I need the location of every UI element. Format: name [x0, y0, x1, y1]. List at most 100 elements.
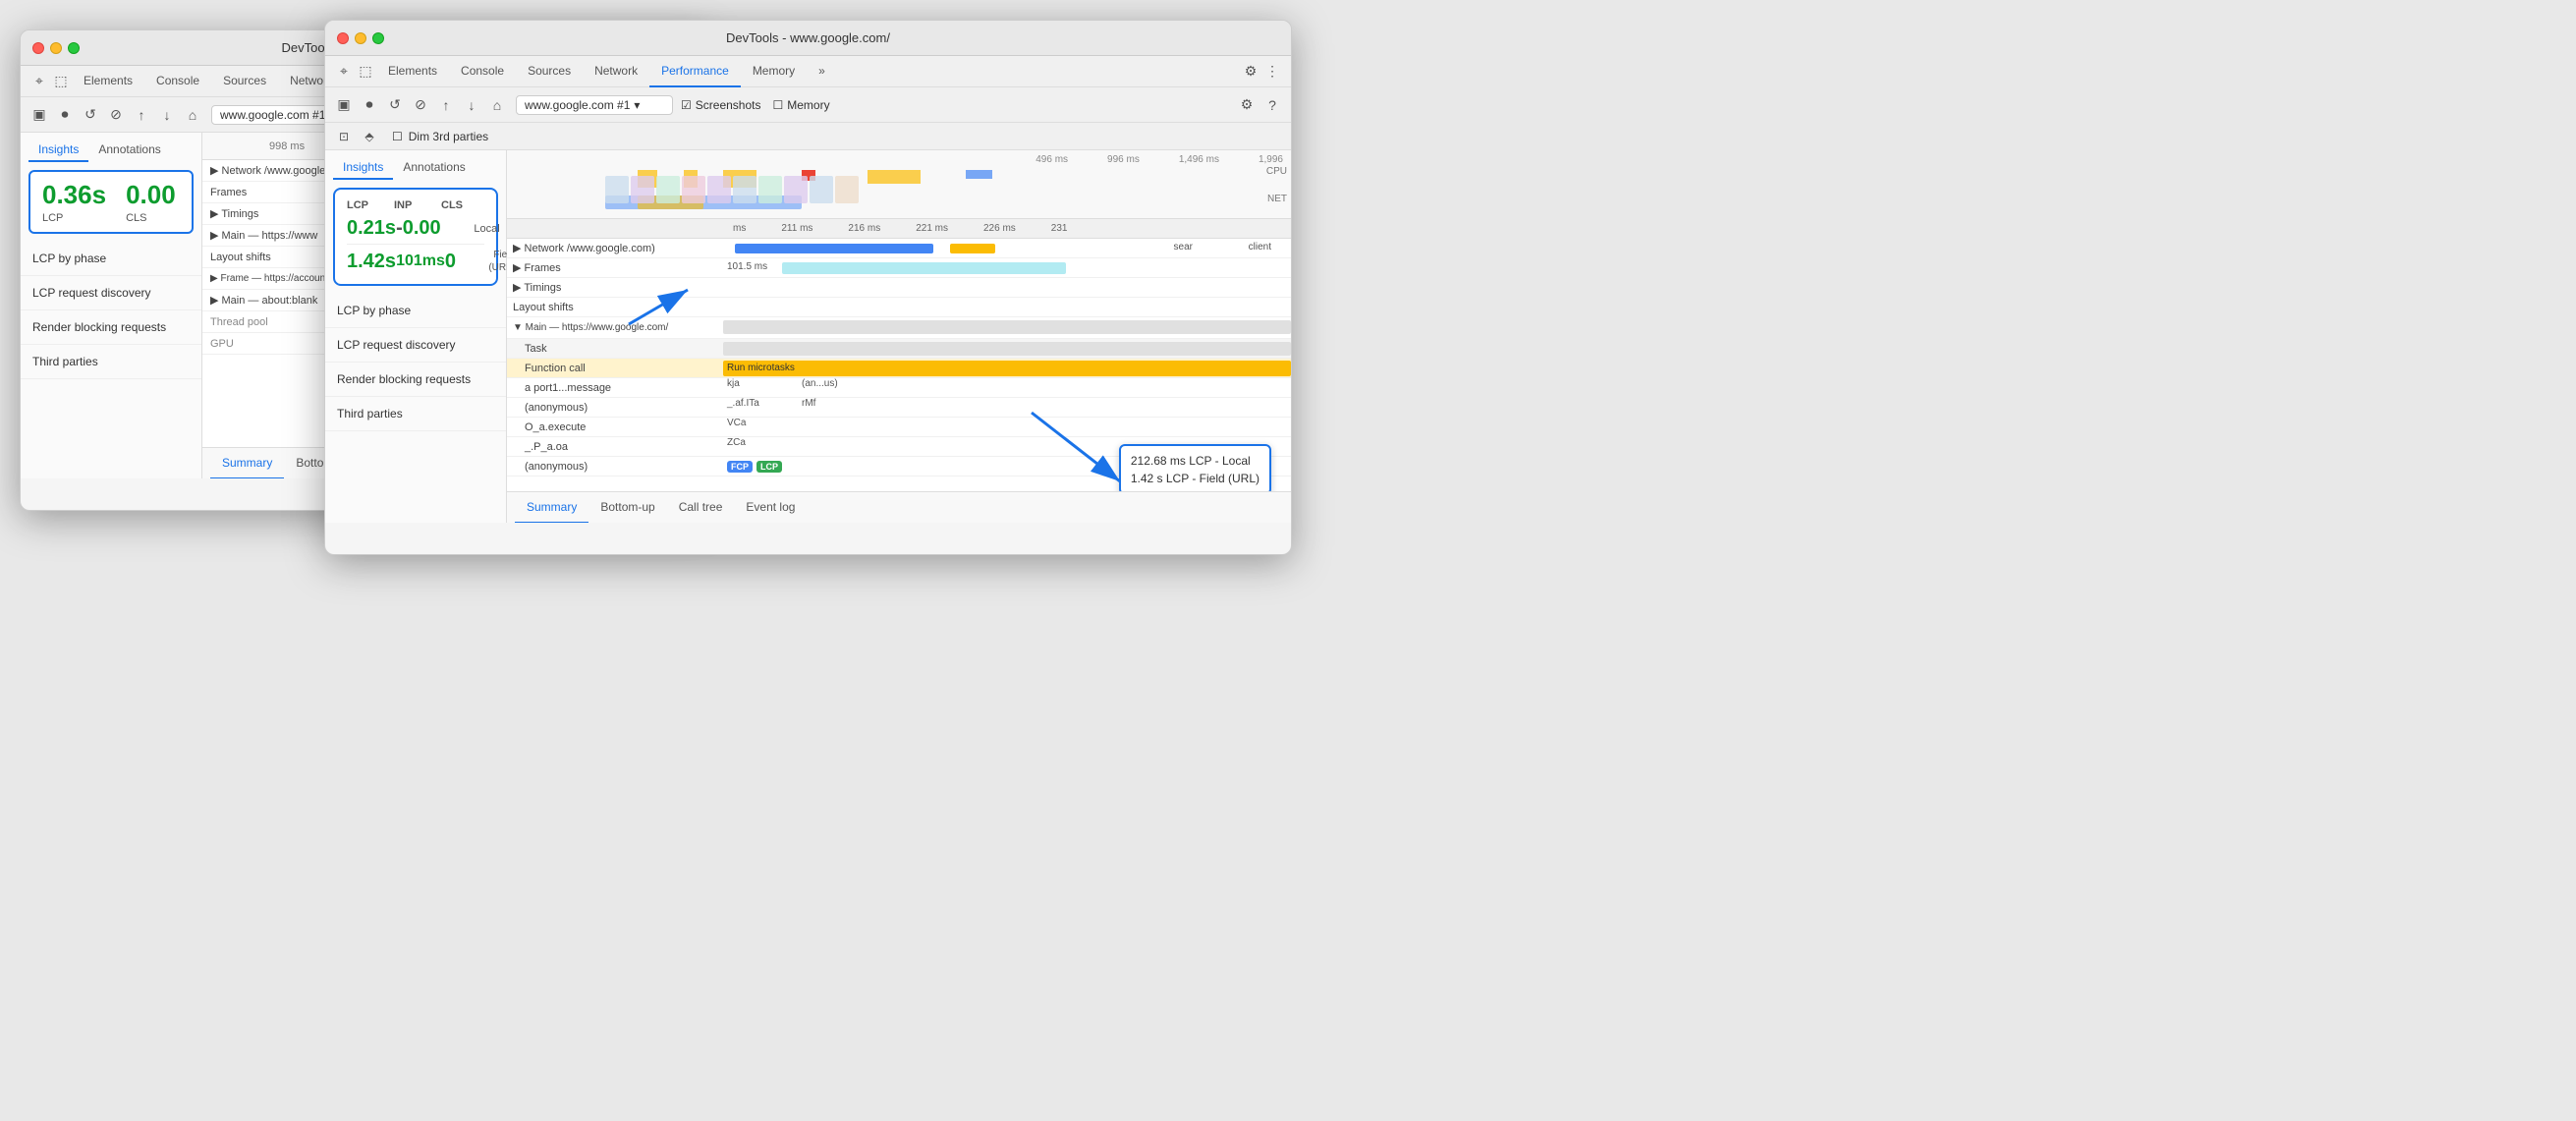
bottom-tab-bottomup-2[interactable]: Bottom-up	[588, 492, 666, 524]
layers-icon[interactable]: ⬚	[50, 71, 72, 92]
devtools-window-2: DevTools - www.google.com/ ⌖ ⬚ Elements …	[324, 20, 1292, 555]
cls-metric-1: 0.00 CLS	[126, 180, 176, 224]
screenshots-checkbox-2[interactable]: ☑ Screenshots	[681, 98, 760, 112]
tab-console-1[interactable]: Console	[144, 66, 211, 97]
marker-496: 496 ms	[1036, 154, 1068, 165]
refresh-icon-2[interactable]: ↺	[384, 94, 406, 116]
left-panel-2: Insights Annotations LCP INP CLS	[325, 150, 507, 523]
upload-icon-2[interactable]: ↑	[435, 94, 457, 116]
cursor-icon-2[interactable]: ⌖	[333, 61, 355, 83]
throttle-icon-2[interactable]: ⬘	[359, 126, 380, 147]
stop-icon-1[interactable]: ⊘	[105, 104, 127, 126]
insight-tabs-1: Insights Annotations	[21, 133, 201, 162]
url-text-2: www.google.com #1	[525, 98, 630, 112]
upload-icon-1[interactable]: ↑	[131, 104, 152, 126]
tab-performance-2[interactable]: Performance	[649, 56, 741, 87]
bottom-tabs-2: Summary Bottom-up Call tree Event log	[507, 491, 1291, 523]
tab-elements-1[interactable]: Elements	[72, 66, 144, 97]
minimize-button-2[interactable]	[355, 32, 366, 44]
bottom-tab-eventlog-2[interactable]: Event log	[734, 492, 807, 524]
bottom-tab-summary-1[interactable]: Summary	[210, 448, 284, 479]
maximize-button-2[interactable]	[372, 32, 384, 44]
lcp-tooltip-line2: 1.42 s LCP - Field (URL)	[1131, 472, 1260, 485]
record-icon-1[interactable]: ⏺	[54, 104, 76, 126]
help-icon-2[interactable]: ?	[1261, 94, 1283, 116]
memory-checkbox-2[interactable]: ☐ Memory	[772, 98, 829, 112]
close-button-2[interactable]	[337, 32, 349, 44]
marker-996: 996 ms	[1107, 154, 1140, 165]
close-button-1[interactable]	[32, 42, 44, 54]
maximize-button-1[interactable]	[68, 42, 80, 54]
local-context-2: Local	[441, 223, 500, 235]
submark-216: 216 ms	[848, 223, 880, 234]
more-icon-2[interactable]: ⋮	[1261, 61, 1283, 83]
tab-sources-1[interactable]: Sources	[211, 66, 278, 97]
track-frames-2: ▶ Frames 101.5 ms	[507, 258, 1291, 278]
tab-sources-2[interactable]: Sources	[516, 56, 583, 87]
submark-231: 231	[1051, 223, 1068, 234]
settings-icon-toolbar-2[interactable]: ⚙	[1236, 94, 1258, 116]
main-tab-bar-2: ⌖ ⬚ Elements Console Sources Network Per…	[325, 56, 1291, 87]
bottom-tab-calltree-2[interactable]: Call tree	[667, 492, 735, 524]
minimize-button-1[interactable]	[50, 42, 62, 54]
lcp-metric-1: 0.36s LCP	[42, 180, 106, 224]
lcp-tooltip-2: 212.68 ms LCP - Local 1.42 s LCP - Field…	[1119, 444, 1271, 491]
bottom-tab-summary-2[interactable]: Summary	[515, 492, 588, 524]
sidebar-icon-2[interactable]: ▣	[333, 94, 355, 116]
sidebar-icon-1[interactable]: ▣	[28, 104, 50, 126]
settings-icon-2[interactable]: ⚙	[1240, 61, 1261, 83]
tab-insights-1[interactable]: Insights	[28, 139, 88, 162]
sidebar-lcp-by-phase-2[interactable]: LCP by phase	[325, 294, 506, 328]
tab-annotations-2[interactable]: Annotations	[393, 156, 475, 180]
download-icon-1[interactable]: ↓	[156, 104, 178, 126]
sidebar-lcp-by-phase-1[interactable]: LCP by phase	[21, 242, 201, 276]
sidebar-render-blocking-1[interactable]: Render blocking requests	[21, 310, 201, 345]
tab-more-2[interactable]: »	[807, 56, 837, 87]
download-icon-2[interactable]: ↓	[461, 94, 482, 116]
inp-field-value-2: 101ms	[396, 252, 445, 270]
inp-col-label: INP	[394, 199, 437, 211]
url-text-1: www.google.com #1	[220, 108, 325, 122]
cls-label-1: CLS	[126, 212, 176, 224]
lcp-header-2: LCP	[347, 199, 390, 211]
url-bar-2[interactable]: www.google.com #1 ▾	[516, 95, 673, 115]
track-task-2: Task	[507, 339, 1291, 359]
tab-network-2[interactable]: Network	[583, 56, 649, 87]
tab-memory-2[interactable]: Memory	[741, 56, 807, 87]
sidebar-third-parties-1[interactable]: Third parties	[21, 345, 201, 379]
sidebar-render-blocking-2[interactable]: Render blocking requests	[325, 363, 506, 397]
tab-elements-2[interactable]: Elements	[376, 56, 449, 87]
tab-annotations-1[interactable]: Annotations	[88, 139, 170, 162]
refresh-icon-1[interactable]: ↺	[80, 104, 101, 126]
network-icon-2[interactable]: ⊡	[333, 126, 355, 147]
sidebar-lcp-request-1[interactable]: LCP request discovery	[21, 276, 201, 310]
lcp-field-value-2: 1.42s	[347, 251, 396, 273]
stop-icon-2[interactable]: ⊘	[410, 94, 431, 116]
cls-field-value-2: 0	[445, 251, 456, 273]
chevron-icon-2[interactable]: ▾	[634, 98, 640, 112]
window-title-2: DevTools - www.google.com/	[726, 30, 890, 45]
home-icon-1[interactable]: ⌂	[182, 104, 203, 126]
inp-header-2: INP	[394, 199, 437, 211]
submark-221: 221 ms	[916, 223, 948, 234]
record-icon-2[interactable]: ⏺	[359, 94, 380, 116]
submark-211: 211 ms	[781, 223, 812, 234]
cursor-icon[interactable]: ⌖	[28, 71, 50, 92]
lcp-col-label: LCP	[347, 199, 390, 211]
track-main-2: ▼ Main — https://www.google.com/	[507, 317, 1291, 339]
layers-icon-2[interactable]: ⬚	[355, 61, 376, 83]
metric-box-2: LCP INP CLS 0.21s - 0.00 Local	[333, 188, 498, 286]
home-icon-2[interactable]: ⌂	[486, 94, 508, 116]
inp-local-value-2: -	[396, 217, 403, 240]
tab-console-2[interactable]: Console	[449, 56, 516, 87]
traffic-lights-2	[337, 32, 384, 44]
tab-insights-2[interactable]: Insights	[333, 156, 393, 180]
sidebar-third-parties-2[interactable]: Third parties	[325, 397, 506, 431]
marker-1496: 1,496 ms	[1179, 154, 1219, 165]
sidebar-lcp-request-2[interactable]: LCP request discovery	[325, 328, 506, 363]
track-layout-2: Layout shifts	[507, 298, 1291, 317]
cls-col-label: CLS	[441, 199, 484, 211]
dim-3rd-parties-checkbox[interactable]: ☐ Dim 3rd parties	[384, 130, 496, 143]
toolbar-2: ▣ ⏺ ↺ ⊘ ↑ ↓ ⌂ www.google.com #1 ▾ ☑ Scre…	[325, 87, 1291, 123]
track-port-message-2: a port1...message kja (an...us)	[507, 378, 1291, 398]
